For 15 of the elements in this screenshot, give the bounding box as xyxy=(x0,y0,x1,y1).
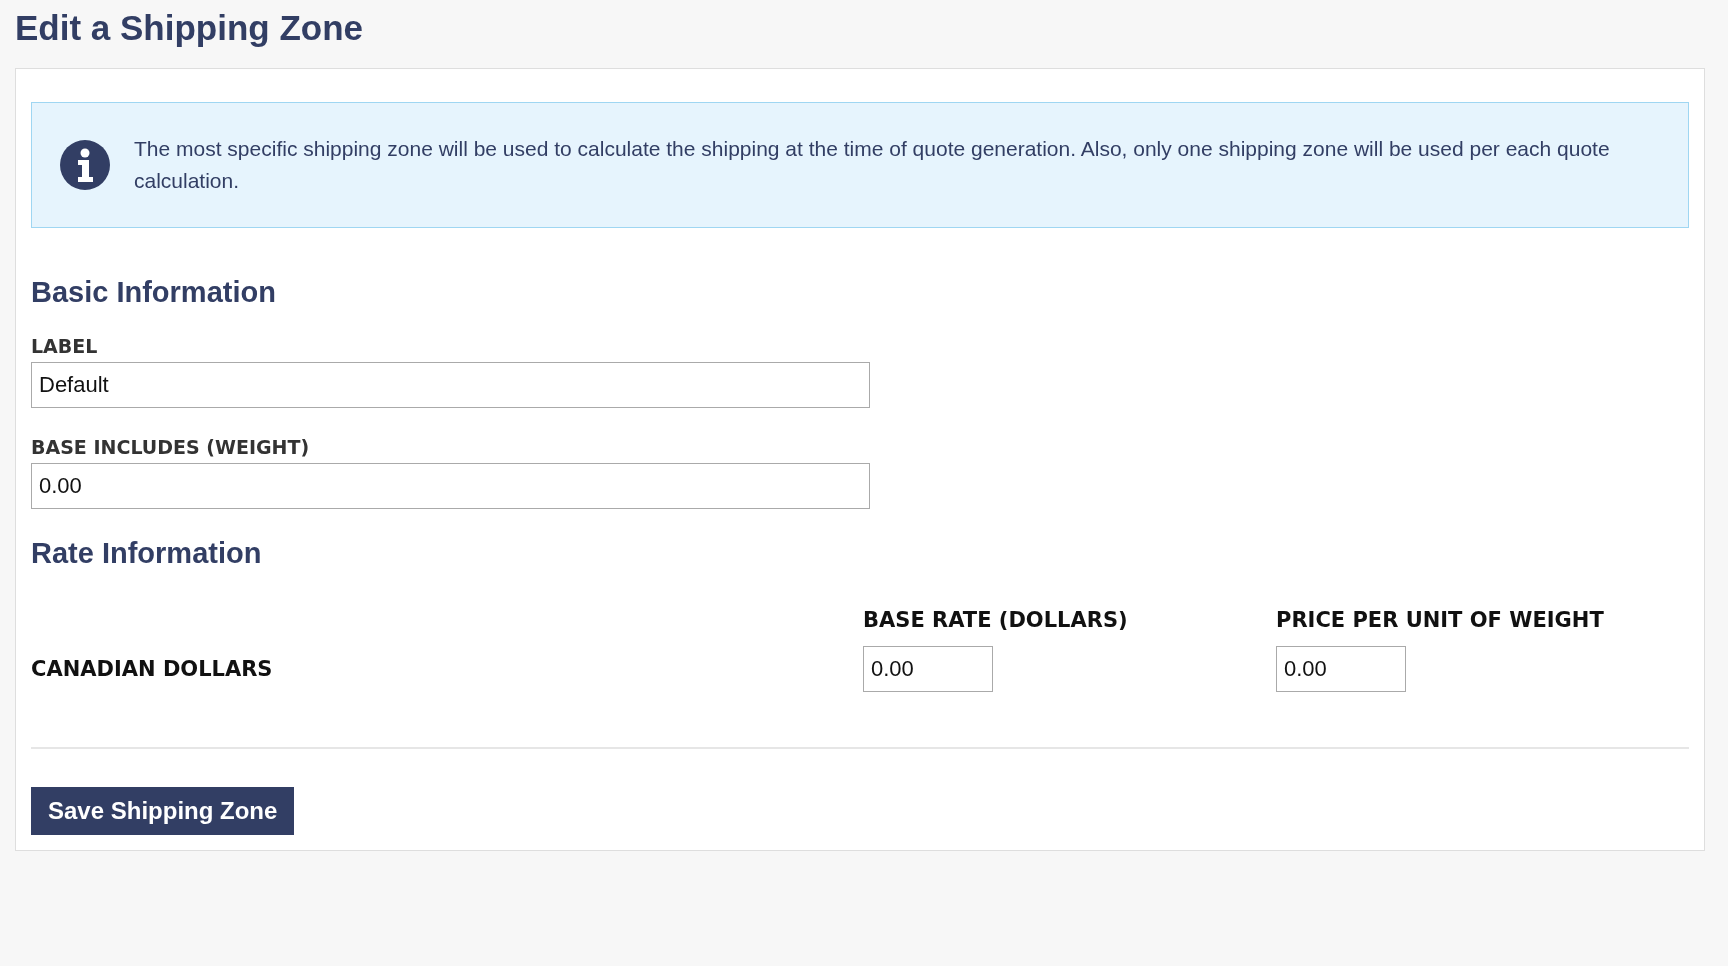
currency-label: CANADIAN DOLLARS xyxy=(31,657,273,681)
page-title: Edit a Shipping Zone xyxy=(15,8,365,48)
info-icon xyxy=(60,140,110,190)
save-button[interactable]: Save Shipping Zone xyxy=(31,787,295,835)
input-field[interactable]: 0.00 xyxy=(863,646,993,692)
input-field[interactable]: Default xyxy=(31,362,870,408)
field-label: BASE INCLUDES (WEIGHT) xyxy=(31,436,310,458)
input-field[interactable]: 0.00 xyxy=(31,463,870,509)
section-heading: Rate Information xyxy=(31,537,263,570)
column-header: PRICE PER UNIT OF WEIGHT xyxy=(1276,608,1604,632)
input-field[interactable]: 0.00 xyxy=(1276,646,1406,692)
field-label: LABEL xyxy=(31,335,98,357)
column-header: BASE RATE (DOLLARS) xyxy=(863,608,1128,632)
section-heading: Basic Information xyxy=(31,276,277,309)
notice-text: The most specific shipping zone will be used to calculate the shipping at the time of quote generation. Also, only one shipping zone will be used per each quote calculation. xyxy=(134,136,1611,194)
